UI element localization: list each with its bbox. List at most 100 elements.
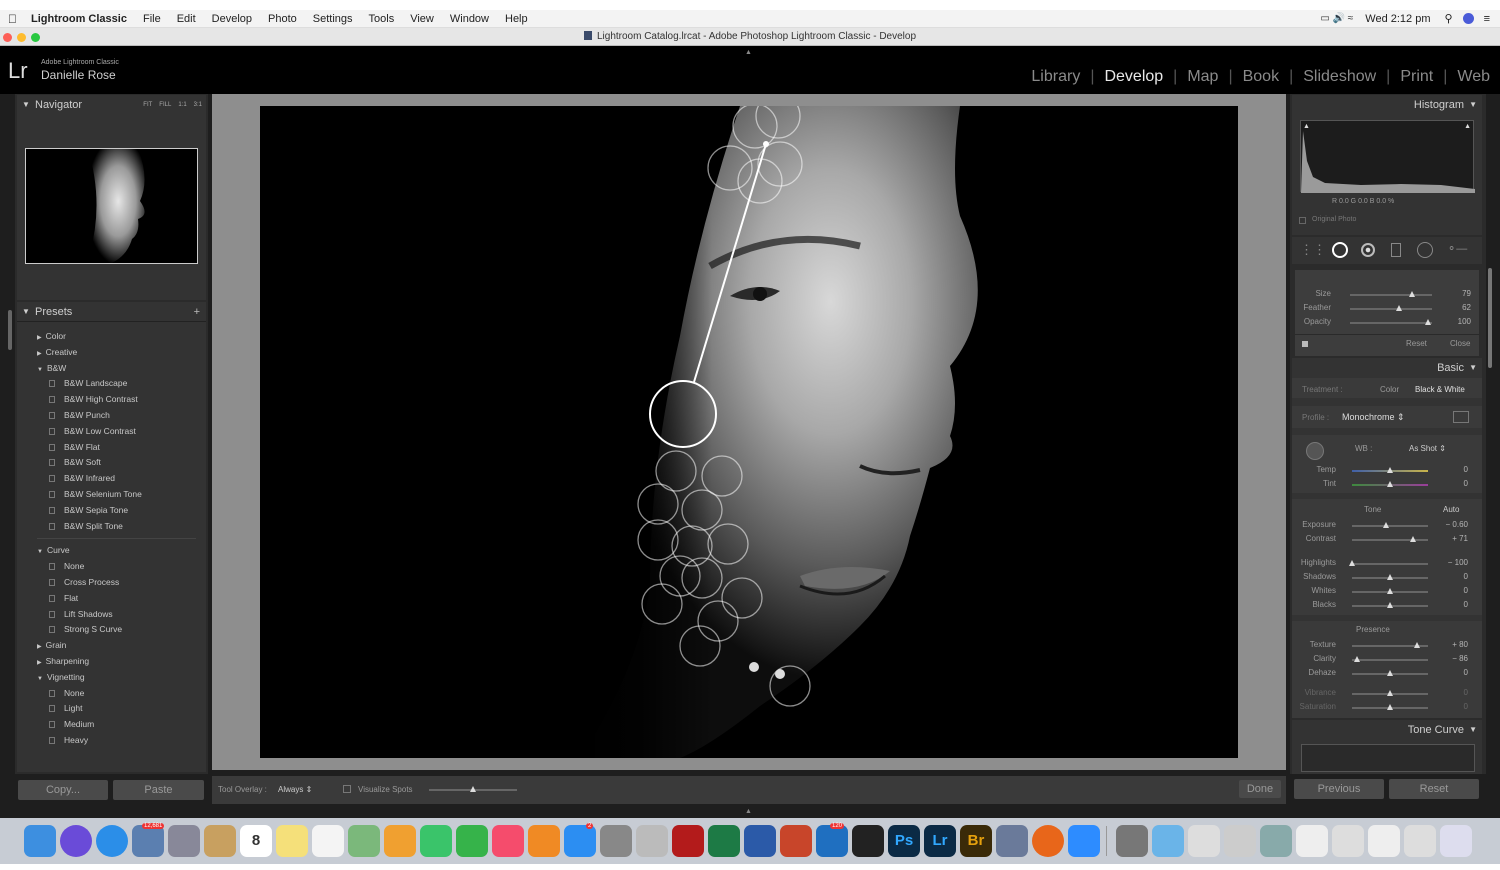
music-icon[interactable]: [492, 825, 524, 857]
outlook-icon[interactable]: [816, 825, 848, 857]
filmstrip-toggle-arrow[interactable]: ▲: [745, 808, 752, 815]
slider-value[interactable]: 0: [1464, 702, 1468, 711]
module-develop[interactable]: Develop: [1094, 68, 1173, 86]
menu-view[interactable]: View: [410, 13, 434, 25]
slider-value[interactable]: 62: [1462, 303, 1471, 312]
launchpad-icon[interactable]: [168, 825, 200, 857]
radial-filter-icon[interactable]: [1417, 242, 1433, 258]
folder-icon[interactable]: [1152, 825, 1184, 857]
preset-item[interactable]: Heavy: [17, 733, 206, 749]
spreadsheet-icon[interactable]: [1368, 825, 1400, 857]
preset-item[interactable]: Medium: [17, 717, 206, 733]
navigator-zoom-option[interactable]: FIT: [143, 95, 152, 115]
menu-window[interactable]: Window: [450, 13, 489, 25]
spot-mask-toggle-icon[interactable]: [1302, 341, 1308, 347]
camera-icon[interactable]: [852, 825, 884, 857]
system-preferences-icon[interactable]: [600, 825, 632, 857]
preset-group[interactable]: ▶ Grain: [17, 638, 206, 654]
preset-group[interactable]: ▶ Color: [17, 329, 206, 345]
slider-value[interactable]: 0: [1464, 586, 1468, 595]
spotlight-icon[interactable]: ⚲: [1445, 12, 1453, 25]
app-menu-name[interactable]: Lightroom Classic: [31, 13, 127, 25]
module-web[interactable]: Web: [1447, 68, 1500, 86]
profile-select[interactable]: Monochrome ⇕: [1342, 412, 1405, 423]
profile-browser-icon[interactable]: [1453, 411, 1469, 423]
tone-curve-header[interactable]: Tone Curve ▼: [1292, 720, 1482, 740]
slider-knob[interactable]: [1387, 574, 1393, 580]
preset-item[interactable]: Flat: [17, 591, 206, 607]
preset-group[interactable]: ▼ Vignetting: [17, 670, 206, 686]
collapse-top-arrow[interactable]: ▲: [745, 49, 752, 56]
preset-item[interactable]: Light: [17, 701, 206, 717]
menu-photo[interactable]: Photo: [268, 13, 297, 25]
minimize-window-button[interactable]: [17, 33, 26, 42]
slider-value[interactable]: 0: [1464, 465, 1468, 474]
navigator-zoom-option[interactable]: 1:1: [178, 95, 186, 115]
slider-knob[interactable]: [1413, 642, 1420, 648]
document-icon[interactable]: [1224, 825, 1256, 857]
preset-item[interactable]: B&W Landscape: [17, 376, 206, 392]
reset-button[interactable]: Reset: [1389, 779, 1479, 799]
visualize-spots-checkbox[interactable]: [343, 785, 351, 793]
preset-item[interactable]: B&W Punch: [17, 408, 206, 424]
add-preset-button[interactable]: +: [194, 302, 200, 322]
module-map[interactable]: Map: [1177, 68, 1228, 86]
preset-item[interactable]: Strong S Curve: [17, 622, 206, 638]
navigator-zoom-option[interactable]: 3:1: [194, 95, 202, 115]
mail-icon[interactable]: [132, 825, 164, 857]
wb-eyedropper-icon[interactable]: [1306, 442, 1324, 460]
slider-knob[interactable]: [1349, 560, 1355, 566]
slider-value[interactable]: 79: [1462, 289, 1471, 298]
slider-track[interactable]: [1352, 525, 1428, 527]
preset-item[interactable]: B&W Selenium Tone: [17, 487, 206, 503]
done-button[interactable]: Done: [1239, 780, 1281, 798]
excel-icon[interactable]: [708, 825, 740, 857]
slider-value[interactable]: + 80: [1452, 640, 1468, 649]
screenshot-icon[interactable]: [1296, 825, 1328, 857]
module-slideshow[interactable]: Slideshow: [1293, 68, 1386, 86]
lightroom-icon[interactable]: Lr: [924, 825, 956, 857]
red-eye-tool-icon[interactable]: [1361, 243, 1375, 257]
slider-knob[interactable]: [1409, 536, 1416, 542]
slider-knob[interactable]: [1408, 291, 1415, 297]
menu-tools[interactable]: Tools: [369, 13, 395, 25]
copy-button[interactable]: Copy...: [18, 780, 108, 800]
preset-item[interactable]: B&W Sepia Tone: [17, 503, 206, 519]
siri-icon[interactable]: [60, 825, 92, 857]
trash-icon[interactable]: [1440, 825, 1472, 857]
preset-item[interactable]: B&W Low Contrast: [17, 424, 206, 440]
spot-reset-button[interactable]: Reset: [1406, 339, 1427, 348]
document-icon[interactable]: [1188, 825, 1220, 857]
finder-icon[interactable]: [24, 825, 56, 857]
module-library[interactable]: Library: [1021, 68, 1090, 86]
stickies-icon[interactable]: [276, 825, 308, 857]
navigator-header[interactable]: ▼ Navigator FIT FILL 1:1 3:1: [17, 95, 206, 115]
notes-app-icon[interactable]: [204, 825, 236, 857]
crop-tool-icon[interactable]: ⋮⋮: [1300, 242, 1326, 258]
slider-knob[interactable]: [1354, 656, 1361, 662]
preset-item[interactable]: Cross Process: [17, 575, 206, 591]
zoom-window-button[interactable]: [31, 33, 40, 42]
highlight-clipping-indicator[interactable]: ▲: [1464, 123, 1471, 130]
module-book[interactable]: Book: [1233, 68, 1289, 86]
file-icon[interactable]: [1332, 825, 1364, 857]
notification-icon[interactable]: ≡: [1484, 13, 1490, 25]
slider-knob[interactable]: [1387, 690, 1393, 696]
slider-value[interactable]: 0: [1464, 688, 1468, 697]
treatment-color-option[interactable]: Color: [1380, 385, 1399, 394]
image-icon[interactable]: [1260, 825, 1292, 857]
tool-overlay-select[interactable]: Always ⇕: [278, 785, 312, 794]
preset-group[interactable]: ▼ B&W: [17, 361, 206, 377]
navigator-zoom-option[interactable]: FILL: [159, 95, 171, 115]
photo[interactable]: [260, 106, 1238, 758]
status-icons[interactable]: ▭ 🔊 ≈: [1320, 13, 1353, 24]
preset-group[interactable]: ▶ Creative: [17, 345, 206, 361]
preset-item[interactable]: B&W Infrared: [17, 471, 206, 487]
preset-item[interactable]: Lift Shadows: [17, 607, 206, 623]
treatment-bw-option[interactable]: Black & White: [1415, 385, 1465, 394]
photoshop-icon[interactable]: Ps: [888, 825, 920, 857]
menu-develop[interactable]: Develop: [212, 13, 252, 25]
presets-header[interactable]: ▼ Presets +: [17, 302, 206, 322]
scanner-icon[interactable]: [1116, 825, 1148, 857]
slider-track[interactable]: [1350, 308, 1432, 310]
